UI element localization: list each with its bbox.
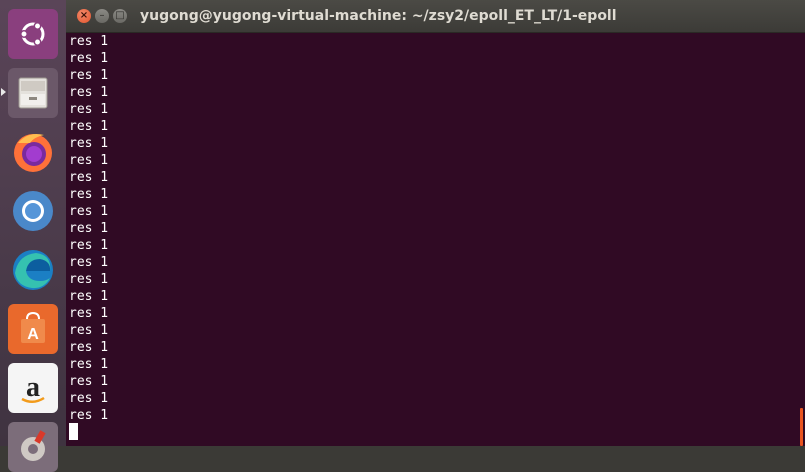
maximize-button[interactable]: □ bbox=[113, 9, 127, 23]
svg-text:a: a bbox=[26, 372, 40, 403]
output-line: res 1 bbox=[69, 68, 109, 83]
close-icon: × bbox=[79, 10, 89, 21]
window-title: yugong@yugong-virtual-machine: ~/zsy2/ep… bbox=[140, 8, 617, 24]
output-line: res 1 bbox=[69, 238, 109, 253]
ubuntu-dash-icon[interactable] bbox=[8, 9, 58, 59]
settings-icon[interactable] bbox=[8, 422, 58, 472]
output-line: res 1 bbox=[69, 170, 109, 185]
maximize-icon: □ bbox=[115, 10, 125, 21]
output-line: res 1 bbox=[69, 221, 109, 236]
output-line: res 1 bbox=[69, 85, 109, 100]
scrollbar-thumb[interactable] bbox=[800, 408, 803, 446]
output-line: res 1 bbox=[69, 136, 109, 151]
terminal-cursor bbox=[69, 423, 78, 440]
window-titlebar[interactable]: × – □ yugong@yugong-virtual-machine: ~/z… bbox=[66, 0, 805, 33]
firefox-icon[interactable] bbox=[8, 127, 58, 177]
minimize-button[interactable]: – bbox=[95, 9, 109, 23]
output-line: res 1 bbox=[69, 255, 109, 270]
close-button[interactable]: × bbox=[77, 9, 91, 23]
output-line: res 1 bbox=[69, 374, 109, 389]
chromium-icon[interactable] bbox=[8, 186, 58, 236]
output-line: res 1 bbox=[69, 272, 109, 287]
output-line: res 1 bbox=[69, 408, 109, 423]
output-line: res 1 bbox=[69, 34, 109, 49]
terminal-output[interactable]: res 1 res 1 res 1 res 1 res 1 res 1 res … bbox=[66, 33, 792, 446]
output-line: res 1 bbox=[69, 357, 109, 372]
launcher: A a bbox=[0, 0, 66, 472]
output-line: res 1 bbox=[69, 306, 109, 321]
output-line: res 1 bbox=[69, 323, 109, 338]
output-line: res 1 bbox=[69, 391, 109, 406]
output-line: res 1 bbox=[69, 289, 109, 304]
files-icon[interactable] bbox=[8, 68, 58, 118]
edge-icon[interactable] bbox=[8, 245, 58, 295]
terminal-window: × – □ yugong@yugong-virtual-machine: ~/z… bbox=[66, 0, 805, 446]
amazon-icon[interactable]: a bbox=[8, 363, 58, 413]
output-line: res 1 bbox=[69, 119, 109, 134]
minimize-icon: – bbox=[99, 10, 105, 21]
svg-text:A: A bbox=[27, 326, 39, 343]
output-line: res 1 bbox=[69, 340, 109, 355]
software-center-icon[interactable]: A bbox=[8, 304, 58, 354]
output-line: res 1 bbox=[69, 153, 109, 168]
terminal-scrollbar[interactable] bbox=[792, 33, 805, 446]
output-line: res 1 bbox=[69, 51, 109, 66]
running-indicator bbox=[1, 88, 6, 96]
output-line: res 1 bbox=[69, 204, 109, 219]
output-line: res 1 bbox=[69, 102, 109, 117]
output-line: res 1 bbox=[69, 187, 109, 202]
